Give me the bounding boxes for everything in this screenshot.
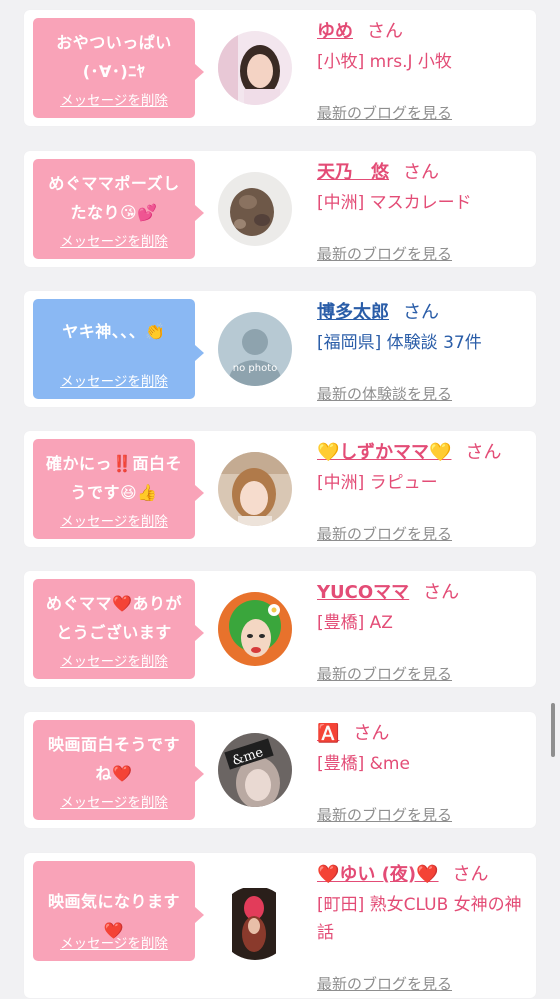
message-list: おやついっぱい (･∀･)ﾆﾔ メッセージを削除 ゆめ さん [小牧] mrs.J… [0, 0, 560, 999]
author-name-line: 博多太郎 さん [317, 299, 528, 327]
author-name-line: 🅰️ さん [317, 720, 528, 748]
author-info: ❤️ゆい (夜)❤️ さん [町田] 熟女CLUB 女神の神話 最新のブログを見る [317, 861, 528, 993]
avatar[interactable]: no photo [218, 312, 292, 386]
message-text: ヤキ神、、、👏 [62, 322, 166, 341]
latest-blog-link[interactable]: 最新のブログを見る [317, 663, 452, 684]
delete-message-link[interactable]: メッセージを削除 [33, 932, 195, 952]
author-name-link[interactable]: ゆめ [317, 21, 353, 42]
author-info: ゆめ さん [小牧] mrs.J 小牧 最新のブログを見る [317, 18, 528, 122]
message-card: ヤキ神、、、👏 メッセージを削除 no photo 博多太郎 さん [福岡県] 体… [24, 291, 536, 407]
shop-name: [小牧] mrs.J 小牧 [317, 52, 452, 72]
latest-blog-link[interactable]: 最新のブログを見る [317, 973, 452, 994]
author-name-link[interactable]: 天乃 悠 [317, 162, 389, 183]
message-card: 映画気になります ❤️ メッセージを削除 ❤️ゆい (夜)❤️ さん [町田] 熟… [24, 853, 536, 998]
shop-name: [中洲] ラピュー [317, 473, 438, 493]
avatar[interactable] [218, 172, 292, 246]
message-bubble: 映画面白そうです ね❤️ メッセージを削除 [33, 720, 204, 820]
message-card: めぐママ❤️ありが とうございます メッセージを削除 YUCOママ さん [豊橋]… [24, 571, 536, 687]
honorific: さん [353, 723, 390, 744]
latest-blog-link[interactable]: 最新のブログを見る [317, 523, 452, 544]
author-name-link[interactable]: ❤️ゆい (夜)❤️ [317, 864, 439, 885]
delete-message-link[interactable]: メッセージを削除 [33, 370, 195, 390]
avatar[interactable] [218, 452, 292, 526]
author-name-link[interactable]: YUCOママ [317, 582, 409, 603]
message-text: おやついっぱい (･∀･)ﾆﾔ [56, 33, 172, 81]
message-text: めぐママ❤️ありが とうございます [46, 594, 182, 642]
scrollbar[interactable] [551, 703, 555, 757]
message-bubble: ヤキ神、、、👏 メッセージを削除 [33, 299, 204, 399]
shop-name: [豊橋] &me [317, 754, 410, 774]
honorific: さん [423, 582, 460, 603]
avatar[interactable] [218, 592, 292, 666]
message-bubble: めぐママポーズし たなり😘💕 メッセージを削除 [33, 159, 204, 259]
avatar[interactable] [218, 31, 292, 105]
author-name-line: 天乃 悠さん [317, 159, 528, 187]
author-info: 博多太郎 さん [福岡県] 体験談 37件 最新の体験談を見る [317, 299, 528, 403]
author-name-link[interactable]: 博多太郎 [317, 302, 389, 323]
review-info: [福岡県] 体験談 37件 [317, 333, 482, 353]
delete-message-link[interactable]: メッセージを削除 [33, 89, 195, 109]
message-bubble: 確かにっ‼️面白そ うです😆👍 メッセージを削除 [33, 439, 204, 539]
delete-message-link[interactable]: メッセージを削除 [33, 230, 195, 250]
latest-review-link[interactable]: 最新の体験談を見る [317, 383, 452, 404]
latest-blog-link[interactable]: 最新のブログを見る [317, 102, 452, 123]
delete-message-link[interactable]: メッセージを削除 [33, 650, 195, 670]
message-text: 映画面白そうです ね❤️ [47, 735, 180, 783]
message-text: 確かにっ‼️面白そ うです😆👍 [46, 454, 182, 502]
message-card: 確かにっ‼️面白そ うです😆👍 メッセージを削除 💛しずかママ💛 さん [中洲] … [24, 431, 536, 547]
author-info: 天乃 悠さん [中洲] マスカレード 最新のブログを見る [317, 159, 528, 263]
author-name-link[interactable]: 🅰️ [317, 723, 339, 744]
shop-name: [中洲] マスカレード [317, 193, 472, 213]
author-name-line: ❤️ゆい (夜)❤️ さん [317, 861, 528, 889]
author-name-line: ゆめ さん [317, 18, 528, 46]
delete-message-link[interactable]: メッセージを削除 [33, 510, 195, 530]
delete-message-link[interactable]: メッセージを削除 [33, 791, 195, 811]
message-card: おやついっぱい (･∀･)ﾆﾔ メッセージを削除 ゆめ さん [小牧] mrs.J… [24, 10, 536, 126]
shop-name: [豊橋] AZ [317, 613, 393, 633]
author-info: 🅰️ さん [豊橋] &me 最新のブログを見る [317, 720, 528, 824]
honorific: さん [452, 864, 489, 885]
honorific: さん [403, 162, 439, 183]
message-bubble: めぐママ❤️ありが とうございます メッセージを削除 [33, 579, 204, 679]
no-photo-label: no photo [233, 363, 277, 374]
message-card: めぐママポーズし たなり😘💕 メッセージを削除 天乃 悠さん [中洲] マスカレ… [24, 151, 536, 267]
author-name-line: 💛しずかママ💛 さん [317, 439, 528, 467]
author-name-link[interactable]: 💛しずかママ💛 [317, 442, 451, 463]
latest-blog-link[interactable]: 最新のブログを見る [317, 243, 452, 264]
message-card: 映画面白そうです ね❤️ メッセージを削除 &me 🅰️ さん [豊橋] &me … [24, 712, 536, 828]
honorific: さん [403, 302, 439, 323]
latest-blog-link[interactable]: 最新のブログを見る [317, 804, 452, 825]
avatar[interactable] [218, 886, 292, 960]
author-info: YUCOママ さん [豊橋] AZ 最新のブログを見る [317, 579, 528, 683]
message-bubble: おやついっぱい (･∀･)ﾆﾔ メッセージを削除 [33, 18, 204, 118]
shop-name: [町田] 熟女CLUB 女神の神話 [317, 895, 522, 943]
message-text: めぐママポーズし たなり😘💕 [48, 174, 180, 222]
author-info: 💛しずかママ💛 さん [中洲] ラピュー 最新のブログを見る [317, 439, 528, 543]
honorific: さん [367, 21, 403, 42]
avatar[interactable]: &me [218, 733, 292, 807]
message-bubble: 映画気になります ❤️ メッセージを削除 [33, 861, 204, 961]
author-name-line: YUCOママ さん [317, 579, 528, 607]
honorific: さん [465, 442, 502, 463]
